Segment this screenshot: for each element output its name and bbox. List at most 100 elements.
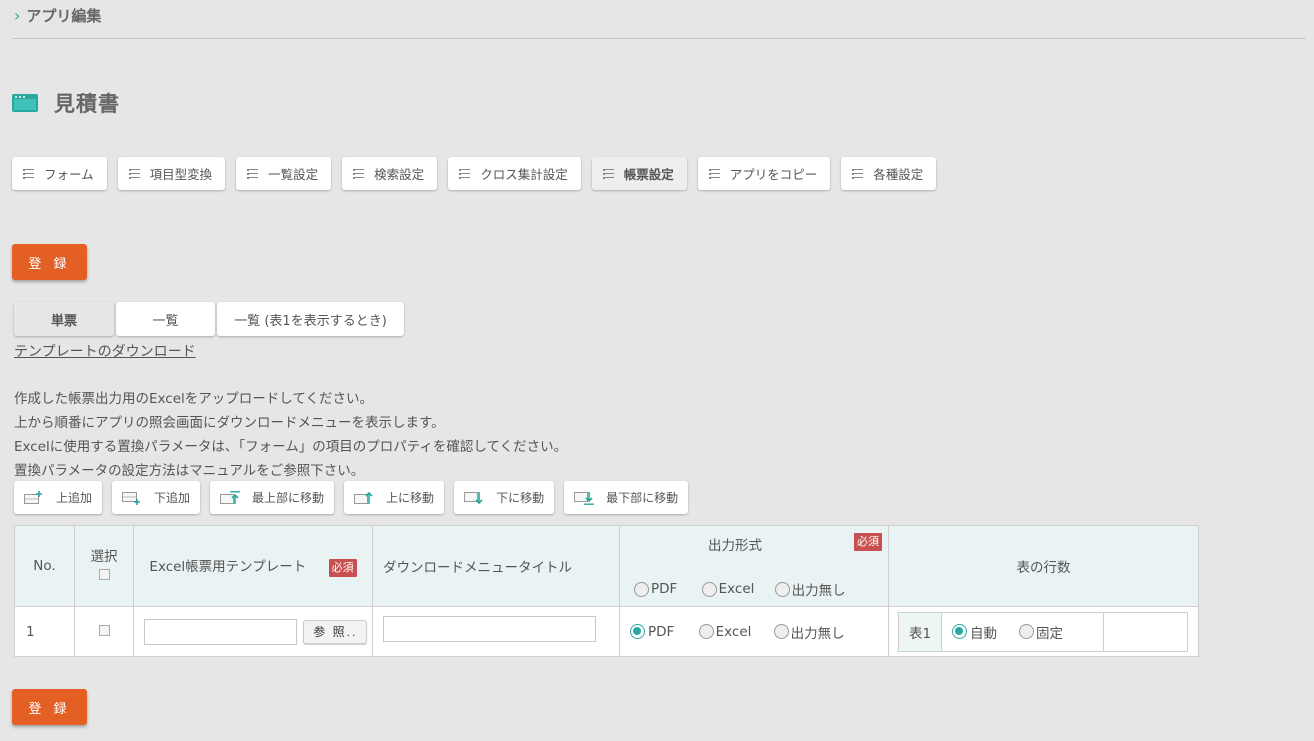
radio-off-icon [773, 624, 789, 639]
subtab-list-with-table1[interactable]: 一覧 (表1を表示するとき) [217, 302, 404, 336]
option-label: PDF [651, 581, 678, 597]
option-label: PDF [648, 623, 675, 640]
option-label: 出力無し [790, 625, 845, 642]
header-label: ダウンロードメニュータイトル [383, 560, 572, 576]
add-below-button[interactable]: 下追加 [112, 481, 201, 514]
breadcrumb: › アプリ編集 [12, 0, 1306, 39]
tab-search-settings[interactable]: 検索設定 [342, 157, 438, 190]
tab-label: アプリをコピー [729, 167, 818, 182]
tab-label: 一覧設定 [268, 167, 319, 182]
tab-copy-app[interactable]: アプリをコピー [697, 157, 831, 190]
list-icon [247, 168, 259, 179]
tab-label: 項目型変換 [149, 167, 213, 182]
register-button-bottom[interactable]: 登 録 [12, 689, 87, 725]
tab-list-settings[interactable]: 一覧設定 [236, 157, 332, 190]
move-bottom-button[interactable]: 最下部に移動 [564, 481, 689, 514]
radio-off-icon [774, 581, 790, 597]
required-badge: 必須 [854, 533, 882, 551]
row-mode-fixed[interactable]: 固定 [1019, 622, 1063, 642]
option-label: 自動 [970, 625, 997, 642]
page-title: 見積書 [54, 92, 120, 116]
radio-off-icon [701, 581, 717, 597]
instruction-line: 作成した帳票出力用のExcelをアップロードしてください。 [14, 391, 373, 407]
table-header-row: No. 選択 Excel帳票用テンプレート 必須 ダウンロードメニュータイトル … [14, 525, 1199, 607]
table-row: 1 参 照.. PDF Excel 出力無し 表1 自動 固定 [14, 606, 1199, 657]
subtab-list[interactable]: 一覧 [116, 302, 215, 336]
option-label: 出力無し [791, 583, 846, 599]
row-select-cell [74, 606, 134, 657]
instruction-line: 置換パラメータの設定方法はマニュアルをご参照下さい。 [14, 463, 365, 479]
button-label: 最下部に移動 [606, 491, 679, 505]
tab-label: 検索設定 [374, 167, 425, 182]
row-toolbar: 上追加 下追加 最上部に移動 上に移動 下に移動 最下部に移動 [14, 481, 698, 514]
button-label: 上に移動 [386, 491, 435, 505]
move-top-button[interactable]: 最上部に移動 [210, 481, 335, 514]
row-select-checkbox[interactable] [98, 624, 110, 636]
tab-misc-settings[interactable]: 各種設定 [841, 157, 937, 190]
subtab-single[interactable]: 単票 [14, 302, 114, 336]
header-no: No. [14, 525, 75, 607]
format-option-excel[interactable]: Excel [698, 623, 752, 640]
button-label: 上追加 [56, 491, 93, 505]
chevron-right-icon: › [14, 5, 21, 25]
header-label: 出力形式 [708, 538, 762, 554]
format-option-pdf[interactable]: PDF [630, 624, 674, 640]
tab-report-settings[interactable]: 帳票設定 [591, 157, 687, 190]
page-header: 見積書 [12, 88, 120, 118]
radio-off-icon [698, 624, 714, 639]
header-label: Excel帳票用テンプレート [149, 559, 307, 575]
list-icon [459, 168, 471, 179]
row-mode-auto[interactable]: 自動 [952, 622, 997, 642]
table-label: 表1 [899, 612, 942, 651]
row-count-value[interactable] [1104, 613, 1187, 651]
menu-title-input[interactable] [383, 615, 596, 642]
header-label: 表の行数 [1016, 560, 1071, 576]
select-all-checkbox[interactable] [98, 568, 110, 580]
move-up-icon [354, 491, 373, 504]
row-output-format-cell: PDF Excel 出力無し [619, 606, 889, 657]
tab-label: 各種設定 [873, 167, 924, 182]
instruction-line: Excelに使用する置換パラメータは、「フォーム」の項目のプロパティを確認してく… [14, 439, 568, 455]
row-count-box: 表1 自動 固定 [898, 611, 1188, 652]
move-down-button[interactable]: 下に移動 [454, 481, 555, 514]
move-bottom-icon [574, 491, 595, 505]
report-template-table: No. 選択 Excel帳票用テンプレート 必須 ダウンロードメニュータイトル … [14, 525, 1199, 657]
list-icon [353, 168, 365, 179]
option-label: 固定 [1036, 625, 1063, 642]
list-icon [708, 168, 720, 179]
button-label: 下追加 [154, 491, 191, 505]
move-up-button[interactable]: 上に移動 [344, 481, 445, 514]
settings-tabs: フォーム 項目型変換 一覧設定 検索設定 クロス集計設定 帳票設定 アプリをコピ… [12, 157, 947, 190]
header-label: No. [33, 558, 56, 574]
header-select: 選択 [74, 525, 134, 607]
list-icon [23, 168, 34, 179]
header-output-format: 出力形式 必須 PDF Excel 出力無し [619, 525, 889, 607]
report-type-tabs: 単票 一覧 一覧 (表1を表示するとき) [14, 302, 406, 336]
row-row-count-cell: 表1 自動 固定 [888, 606, 1199, 657]
instructions: 作成した帳票出力用のExcelをアップロードしてください。 上から順番にアプリの… [14, 387, 567, 483]
register-button-top[interactable]: 登 録 [12, 244, 87, 280]
list-icon [128, 168, 140, 179]
add-row-below-icon [122, 491, 141, 505]
tab-field-type-conversion[interactable]: 項目型変換 [117, 157, 226, 190]
template-file-input[interactable] [144, 618, 297, 645]
instruction-line: 上から順番にアプリの照会画面にダウンロードメニューを表示します。 [14, 415, 445, 431]
add-row-above-icon [24, 490, 42, 504]
template-download-link[interactable]: テンプレートのダウンロード [14, 341, 196, 361]
header-format-options: PDF Excel 出力無し [634, 579, 846, 599]
row-no: 1 [14, 606, 75, 657]
row-template-cell: 参 照.. [133, 606, 373, 657]
tab-cross-tab-settings[interactable]: クロス集計設定 [448, 157, 581, 190]
browse-button[interactable]: 参 照.. [303, 619, 368, 644]
format-option-none[interactable]: 出力無し [773, 624, 845, 642]
radio-off-icon [1019, 624, 1034, 639]
option-label: Excel [715, 623, 752, 640]
tab-form[interactable]: フォーム [12, 157, 107, 190]
add-above-button[interactable]: 上追加 [14, 481, 103, 514]
option-label: Excel [718, 581, 755, 597]
breadcrumb-label[interactable]: アプリ編集 [26, 5, 101, 26]
required-badge: 必須 [328, 559, 357, 577]
row-mode-options: 自動 固定 [942, 612, 1104, 651]
move-down-icon [464, 491, 483, 504]
list-icon [602, 168, 614, 179]
